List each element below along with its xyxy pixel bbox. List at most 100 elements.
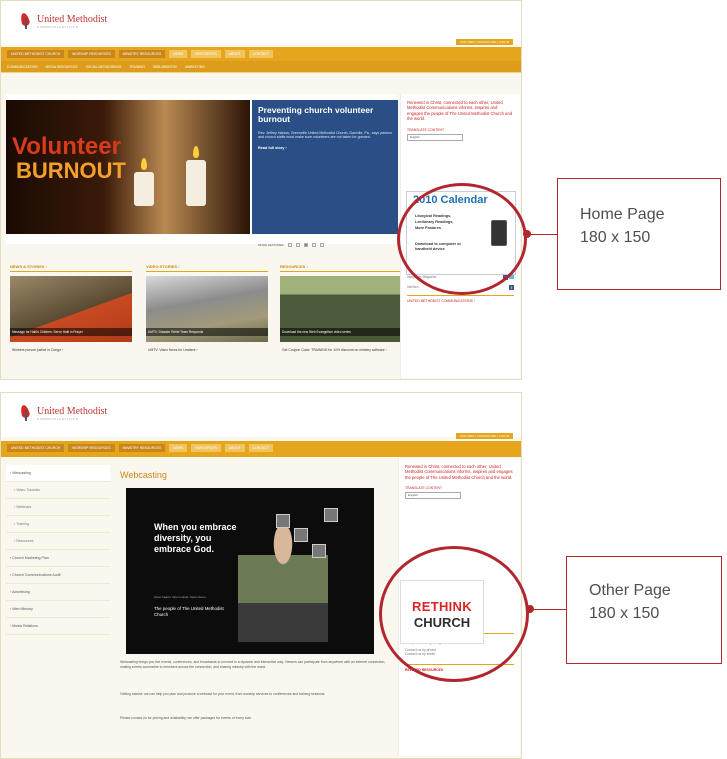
video-caption: UMTV: Disaster Relief Team Responds bbox=[146, 328, 268, 336]
left-nav-item[interactable]: › Video Tutorials bbox=[6, 482, 110, 499]
nav-item[interactable]: CONTACT bbox=[248, 50, 273, 58]
secondary-nav: COMMUNICATIONS MEDIA RESOURCES SOCIAL NETW… bbox=[1, 61, 521, 72]
logo-text: United Methodist bbox=[37, 405, 108, 417]
body-paragraph: Webcasting brings you live events, confe… bbox=[120, 660, 386, 669]
nav-item[interactable]: WORSHIP RESOURCES bbox=[68, 50, 115, 58]
nav-item[interactable]: UNITED METHODIST CHURCH bbox=[7, 50, 65, 58]
promo-people-text: The people of The United Methodist Churc… bbox=[154, 606, 224, 617]
callout-line1: Other Page bbox=[589, 582, 671, 599]
webcasting-promo-image[interactable]: When you embrace diversity, you embrace … bbox=[126, 488, 374, 654]
top-links[interactable]: UMC.ORG | UMCOM.ORG | LOG IN bbox=[456, 39, 513, 45]
mission-text: Renewed in Christ, connected to each oth… bbox=[405, 464, 513, 480]
news-stories-heading[interactable]: NEWS & STORIES › bbox=[10, 264, 132, 272]
resources-caption: Download the new Web Evangelism video se… bbox=[280, 328, 402, 336]
nav-item[interactable]: ABOUT bbox=[224, 444, 245, 452]
volunteer-burnout-image[interactable]: Volunteer BURNOUT bbox=[6, 100, 250, 234]
feature-title[interactable]: Preventing church volunteer burnout bbox=[258, 105, 392, 125]
video-link[interactable]: UMTV: Video News for Leaders › bbox=[148, 348, 266, 352]
feature-body: Rev. Jeffrey Harlow, Greenville United M… bbox=[258, 130, 392, 140]
nav-item[interactable]: MEDIA RESOURCES bbox=[46, 65, 78, 69]
translate-label: TRANSLATE CONTENT bbox=[407, 127, 445, 132]
callout-line2: 180 x 150 bbox=[589, 605, 660, 623]
feature-story-box: Preventing church volunteer burnout Rev.… bbox=[252, 100, 398, 234]
carousel-dot[interactable] bbox=[311, 243, 316, 247]
news-thumbnail[interactable]: Message for Haiti's Children: Serve Hait… bbox=[10, 276, 132, 342]
carousel-dot[interactable] bbox=[303, 243, 308, 247]
site-header: United Methodist COMMUNICATIONS bbox=[1, 393, 521, 437]
carousel-prev-button[interactable] bbox=[287, 243, 292, 247]
left-nav-item[interactable]: › Media Relations bbox=[6, 618, 110, 635]
logo-subtitle: COMMUNICATIONS bbox=[37, 24, 79, 29]
page-title: Webcasting bbox=[120, 470, 167, 480]
candle-graphic bbox=[186, 160, 206, 206]
nav-item[interactable]: TRAINING bbox=[129, 65, 145, 69]
nav-item[interactable]: ABOUT bbox=[224, 50, 245, 58]
read-full-story-link[interactable]: Read full story › bbox=[258, 146, 392, 150]
left-nav-item[interactable]: › Webinars bbox=[6, 499, 110, 516]
carousel-next-button[interactable] bbox=[319, 243, 324, 247]
divider bbox=[1, 72, 521, 73]
facebook-icon[interactable]: f bbox=[509, 284, 514, 290]
site-header: United Methodist COMMUNICATIONS bbox=[1, 1, 521, 45]
divider bbox=[1, 455, 521, 457]
highlight-circle bbox=[397, 183, 527, 295]
resources-link[interactable]: Get Coupon Code: TRAINING for 10% discou… bbox=[282, 348, 400, 352]
nav-item[interactable]: CONTACT bbox=[248, 444, 273, 452]
translate-select[interactable]: English bbox=[407, 133, 463, 141]
left-nav-item[interactable]: › Advertising bbox=[6, 584, 110, 601]
nav-item[interactable]: MARKETING bbox=[185, 65, 205, 69]
callout-line1: Home Page bbox=[580, 206, 665, 223]
logo-text: United Methodist bbox=[37, 13, 108, 25]
camera-icon bbox=[312, 544, 326, 558]
connector-line bbox=[527, 234, 557, 235]
cross-flame-icon bbox=[19, 13, 33, 29]
left-nav-item[interactable]: › Webcasting bbox=[6, 465, 110, 482]
nav-item[interactable]: UNITED METHODIST CHURCH bbox=[7, 444, 65, 452]
nav-item[interactable]: RESOURCES bbox=[191, 50, 221, 58]
site-logo[interactable]: United Methodist COMMUNICATIONS bbox=[19, 405, 107, 421]
translate-select[interactable]: English bbox=[405, 492, 461, 500]
nav-item[interactable]: MINISTRY RESOURCES bbox=[118, 50, 166, 58]
translate-label: TRANSLATE CONTENT bbox=[405, 486, 443, 491]
resources-thumbnail[interactable]: Download the new Web Evangelism video se… bbox=[280, 276, 402, 342]
candle-graphic bbox=[134, 172, 154, 206]
candle-flame bbox=[141, 158, 147, 170]
nav-item[interactable]: COMMUNICATIONS bbox=[7, 65, 38, 69]
cross-flame-icon bbox=[19, 405, 33, 421]
hero-title-line1: Volunteer bbox=[12, 133, 121, 160]
candle-flame bbox=[193, 146, 199, 158]
news-caption: Message for Haiti's Children: Serve Hait… bbox=[10, 328, 132, 336]
callout-line2: 180 x 150 bbox=[580, 229, 651, 247]
sidebar-footer-link[interactable]: UNITED METHODIST COMMUNICATIONS › bbox=[407, 294, 514, 303]
body-paragraph: Please contact us for pricing and availa… bbox=[120, 716, 252, 720]
nav-item[interactable]: NEWS bbox=[169, 50, 188, 58]
body-paragraph: Getting started: we can help you plan an… bbox=[120, 692, 326, 696]
video-thumbnail[interactable]: UMTV: Disaster Relief Team Responds bbox=[146, 276, 268, 342]
nav-item[interactable]: RESOURCES bbox=[191, 444, 221, 452]
nav-item[interactable]: MINISTRY RESOURCES bbox=[118, 444, 166, 452]
carousel-controls: MORE FEATURES bbox=[258, 243, 324, 247]
left-nav-item[interactable]: › Training bbox=[6, 516, 110, 533]
left-nav-item[interactable]: › Web Ministry bbox=[6, 601, 110, 618]
nav-item[interactable]: WORSHIP RESOURCES bbox=[68, 444, 115, 452]
promo-headline: When you embrace diversity, you embrace … bbox=[154, 522, 237, 554]
video-stories-heading[interactable]: VIDEO STORIES › bbox=[146, 264, 268, 272]
home-page-callout: Home Page 180 x 150 bbox=[557, 178, 721, 290]
other-page-callout: Other Page 180 x 150 bbox=[566, 556, 722, 664]
highlight-circle bbox=[379, 546, 529, 682]
left-nav-item[interactable]: › Church Communications Audit bbox=[6, 567, 110, 584]
resources-heading[interactable]: RESOURCES › bbox=[280, 264, 402, 272]
camera-icon bbox=[324, 508, 338, 522]
carousel-label: MORE FEATURES bbox=[258, 243, 284, 247]
site-logo[interactable]: United Methodist COMMUNICATIONS bbox=[19, 13, 107, 29]
news-link[interactable]: Workers pursue justice in Congo › bbox=[12, 348, 130, 352]
primary-nav: UNITED METHODIST CHURCH WORSHIP RESOURCES… bbox=[1, 441, 521, 455]
nav-item[interactable]: WEB MINISTRY bbox=[153, 65, 177, 69]
top-links[interactable]: UMC.ORG | UMCOM.ORG | LOG IN bbox=[456, 433, 513, 439]
carousel-dot[interactable] bbox=[295, 243, 300, 247]
social-label: InfoServ bbox=[407, 285, 419, 290]
nav-item[interactable]: NEWS bbox=[169, 444, 188, 452]
left-nav-item[interactable]: › Resources bbox=[6, 533, 110, 550]
nav-item[interactable]: SOCIAL NETWORKING bbox=[86, 65, 122, 69]
left-nav-item[interactable]: › Church Marketing Plan bbox=[6, 550, 110, 567]
